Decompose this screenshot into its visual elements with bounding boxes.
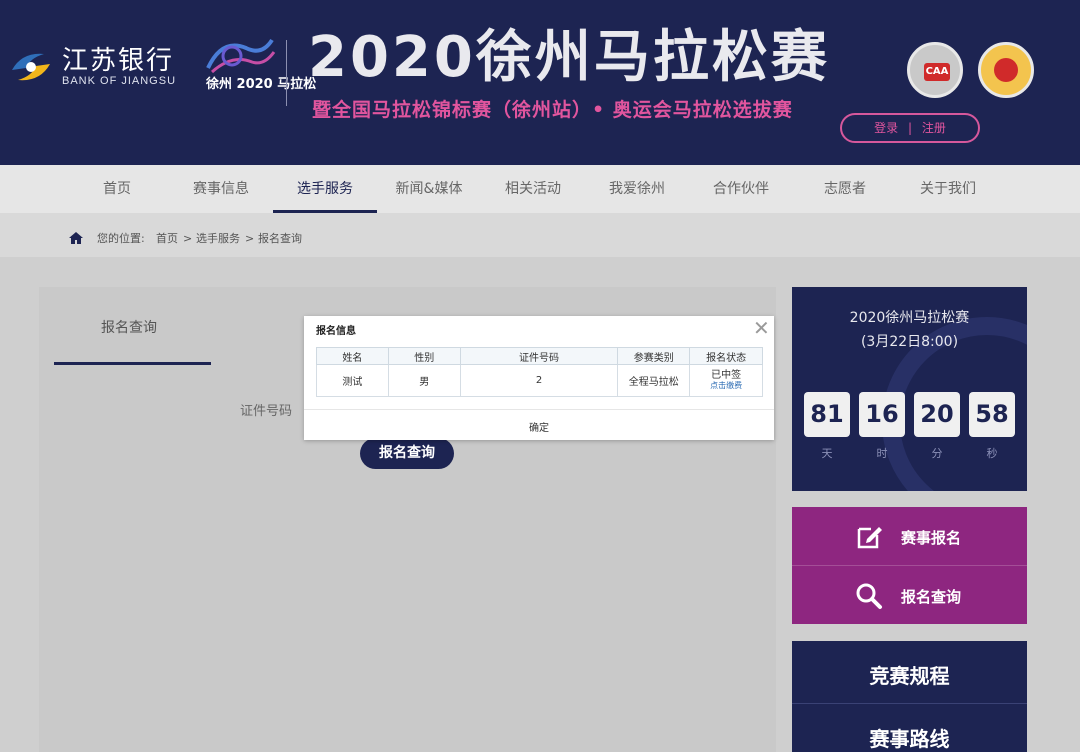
registration-table: 姓名 性别 证件号码 参赛类别 报名状态 测试 男 2 全程马拉松 已中签 点击… (316, 347, 763, 397)
countdown-seconds-label: 秒 (986, 447, 998, 460)
race-registration-label: 赛事报名 (901, 529, 962, 547)
register-link[interactable]: 注册 (922, 121, 946, 135)
cell-status: 已中签 点击缴费 (689, 364, 763, 397)
close-icon[interactable]: ✕ (753, 317, 770, 339)
nav-item-partners[interactable]: 合作伙伴 (689, 165, 793, 213)
nav-item-love-xuzhou[interactable]: 我爱徐州 (585, 165, 689, 213)
countdown-days: 81 (804, 392, 850, 437)
nav-item-race-info[interactable]: 赛事信息 (169, 165, 273, 213)
home-icon[interactable] (68, 231, 84, 245)
registration-query-label: 报名查询 (901, 588, 962, 606)
registration-info-modal: 报名信息 ✕ 姓名 性别 证件号码 参赛类别 报名状态 测试 男 2 全程马拉松… (304, 316, 774, 440)
countdown-seconds: 58 (969, 392, 1015, 437)
chinese-athletics-association-badge (978, 42, 1034, 98)
countdown-minutes: 20 (914, 392, 960, 437)
cell-id: 2 (459, 364, 619, 397)
bank-name-en: BANK OF JIANGSU (62, 75, 177, 87)
cell-gender: 男 (387, 364, 461, 397)
column-header-id: 证件号码 (459, 347, 619, 365)
countdown-hours-label: 时 (876, 447, 888, 460)
table-row: 测试 男 2 全程马拉松 已中签 点击缴费 (316, 364, 763, 397)
status-text: 已中签 (711, 370, 742, 381)
site-header: 江苏银行 BANK OF JIANGSU 徐州 2020 马拉松 2020徐州马… (0, 0, 1080, 165)
column-header-gender: 性别 (387, 347, 461, 365)
confirm-button[interactable]: 确定 (514, 419, 564, 434)
column-header-status: 报名状态 (689, 347, 763, 365)
bank-name-cn: 江苏银行 (62, 46, 175, 76)
race-route-label: 赛事路线 (869, 727, 950, 751)
page-subtitle: 暨全国马拉松锦标赛（徐州站）• 奥运会马拉松选拔赛 (312, 99, 793, 121)
edit-icon (857, 527, 882, 549)
modal-title: 报名信息 (316, 326, 356, 337)
nav-item-news-media[interactable]: 新闻&媒体 (377, 165, 481, 213)
cell-category: 全程马拉松 (617, 364, 691, 397)
breadcrumb-prefix: 您的位置: (97, 232, 145, 245)
countdown-date: (3月22日8:00) (860, 334, 959, 350)
marathon-logo-icon (206, 38, 276, 74)
xuzhou-marathon-logo[interactable]: 徐州 2020 马拉松 (202, 34, 316, 110)
competition-rules-label: 竞赛规程 (869, 664, 950, 688)
column-header-category: 参赛类别 (617, 347, 691, 365)
page-title: 2020徐州马拉松赛 (308, 25, 830, 90)
tab-active-indicator (54, 362, 211, 365)
caa-badge-text: CAA (924, 63, 950, 81)
nav-item-runner-services[interactable]: 选手服务 (273, 165, 377, 213)
caa-badge: CAA (907, 42, 963, 98)
countdown-minutes-label: 分 (931, 447, 943, 460)
query-button[interactable]: 报名查询 (360, 438, 454, 469)
nav-item-activities[interactable]: 相关活动 (481, 165, 585, 213)
countdown-title: 2020徐州马拉松赛 (849, 310, 970, 326)
nav-item-home[interactable]: 首页 (65, 165, 169, 213)
marathon-logo-text: 徐州 2020 马拉松 (206, 77, 317, 92)
column-header-name: 姓名 (316, 347, 389, 365)
login-divider: | (907, 121, 913, 135)
cell-name: 测试 (316, 364, 389, 397)
breadcrumb-home[interactable]: 首页 (156, 232, 178, 245)
modal-divider (304, 409, 774, 410)
nav-item-volunteers[interactable]: 志愿者 (793, 165, 897, 213)
pay-link[interactable]: 点击缴费 (690, 381, 762, 391)
association-emblem-icon (994, 58, 1018, 82)
bank-of-jiangsu-logo[interactable]: 江苏银行 BANK OF JIANGSU (8, 44, 176, 90)
login-link[interactable]: 登录 (874, 121, 898, 135)
header-divider (286, 40, 287, 106)
search-icon (856, 583, 882, 609)
table-header-row: 姓名 性别 证件号码 参赛类别 报名状态 (316, 347, 763, 365)
bank-logo-icon (12, 53, 50, 81)
countdown-days-label: 天 (821, 447, 833, 460)
tab-registration-query[interactable]: 报名查询 (101, 317, 157, 337)
countdown-panel: 2020徐州马拉松赛 (3月22日8:00) 81 16 20 58 天 时 分… (792, 287, 1027, 491)
breadcrumb-current: 报名查询 (258, 232, 302, 245)
login-register-pill: 登录 | 注册 (840, 113, 980, 143)
main-nav: 首页 赛事信息 选手服务 新闻&媒体 相关活动 我爱徐州 合作伙伴 志愿者 关于… (0, 165, 1080, 213)
nav-item-about-us[interactable]: 关于我们 (896, 165, 1000, 213)
breadcrumb-runner-services[interactable]: 选手服务 (196, 232, 240, 245)
countdown-hours: 16 (859, 392, 905, 437)
id-number-label: 证件号码 (240, 404, 293, 419)
breadcrumb-separator: > (183, 232, 193, 245)
breadcrumb-separator: > (245, 232, 255, 245)
